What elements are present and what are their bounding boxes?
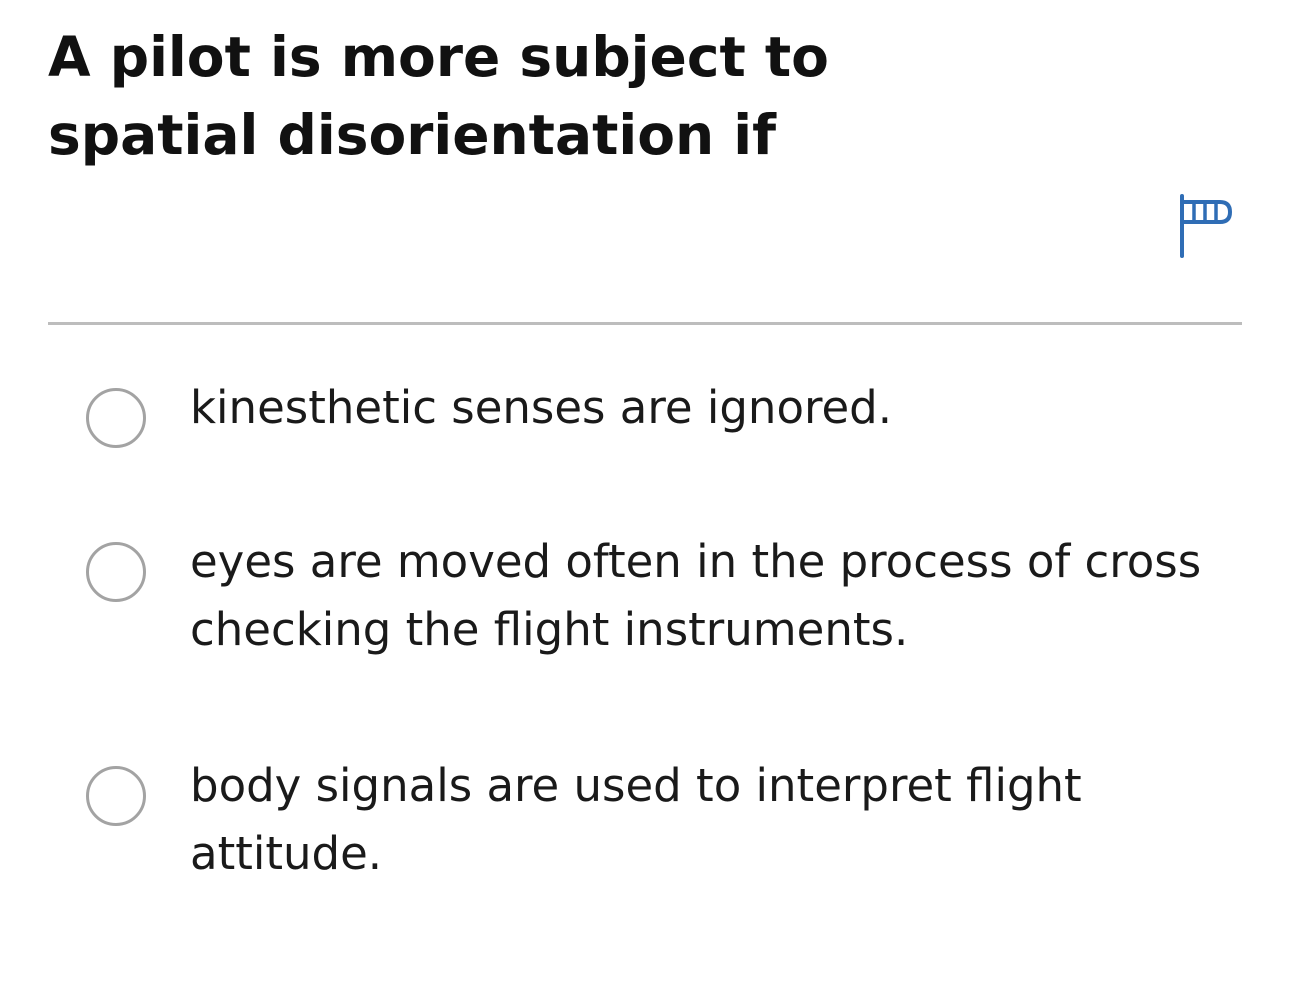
question-divider <box>48 322 1242 325</box>
radio-button[interactable] <box>86 542 146 602</box>
question-text: A pilot is more subject to spatial disor… <box>48 25 829 167</box>
answer-option-label: body signals are used to interpret fligh… <box>190 759 1082 880</box>
flag-question-button[interactable] <box>1172 190 1236 260</box>
radio-button[interactable] <box>86 766 146 826</box>
radio-button[interactable] <box>86 388 146 448</box>
flag-icon <box>1180 194 1232 258</box>
answer-option-label: eyes are moved often in the process of c… <box>190 535 1202 656</box>
answer-option-label: kinesthetic senses are ignored. <box>190 381 893 434</box>
